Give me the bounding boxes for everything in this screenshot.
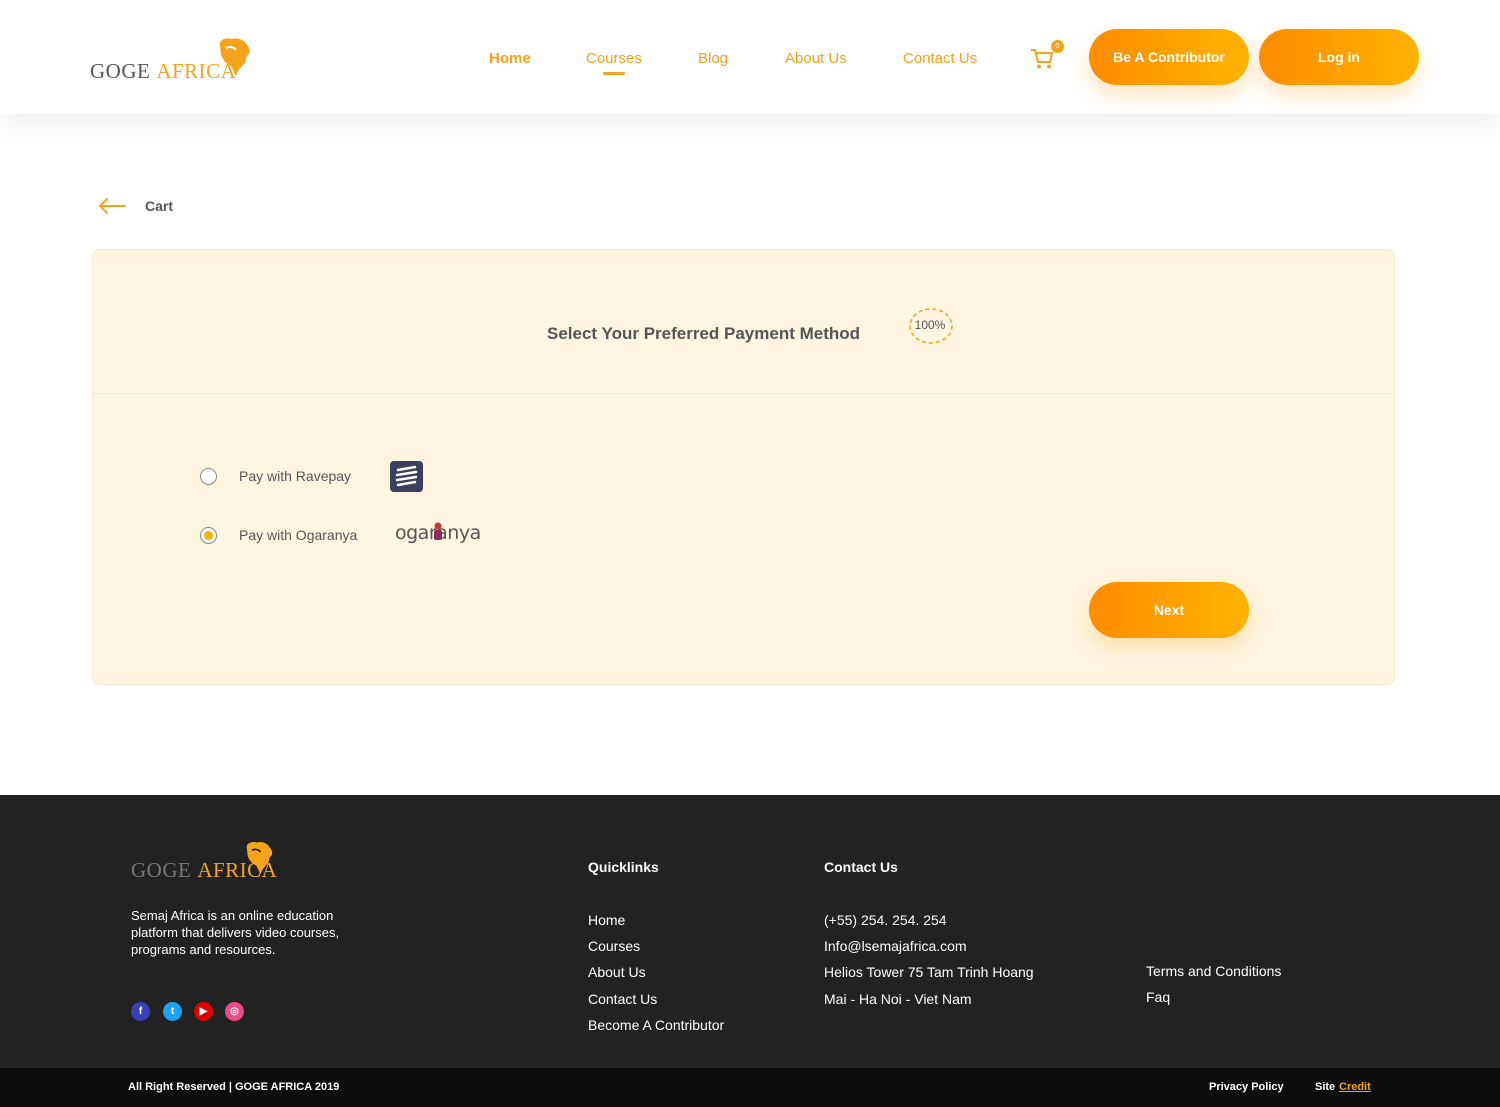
footer-link-faq[interactable]: Faq — [1146, 989, 1170, 1005]
card-divider — [93, 393, 1394, 394]
footer-africa-map-head-icon — [246, 842, 273, 875]
next-button[interactable]: Next — [1089, 582, 1249, 638]
facebook-icon[interactable]: f — [131, 1002, 150, 1021]
brand-name-part1: GOGE — [90, 59, 151, 83]
log-in-button[interactable]: Log in — [1259, 29, 1419, 85]
contact-email[interactable]: Info@lsemajafrica.com — [824, 938, 967, 954]
nav-home[interactable]: Home — [489, 50, 531, 67]
site-label: Site — [1315, 1081, 1336, 1093]
ogaranya-figure-icon — [434, 522, 442, 540]
be-a-contributor-button[interactable]: Be A Contributor — [1089, 29, 1249, 85]
footer-link-contact-us[interactable]: Contact Us — [588, 991, 657, 1007]
back-to-cart-link[interactable]: Cart — [145, 198, 173, 214]
quicklinks-title: Quicklinks — [588, 859, 659, 875]
copyright-text: All Right Reserved | GOGE AFRICA 2019 — [128, 1081, 340, 1093]
dribbble-icon[interactable]: ◎ — [225, 1002, 244, 1021]
option-label-ravepay: Pay with Ravepay — [239, 468, 352, 484]
nav-about-us[interactable]: About Us — [785, 50, 847, 67]
radio-ogaranya[interactable] — [200, 527, 217, 544]
cart-count-badge: 0 — [1051, 40, 1064, 53]
nav-blog[interactable]: Blog — [698, 50, 728, 67]
youtube-icon[interactable]: ▶ — [194, 1002, 213, 1021]
site-header: GOGE AFRICA Home Courses Blog About Us Co… — [0, 0, 1500, 114]
footer-link-become-contributor[interactable]: Become A Contributor — [588, 1017, 724, 1033]
contact-address-line2: Mai - Ha Noi - Viet Nam — [824, 991, 972, 1007]
footer-brand-name-part1: GOGE — [131, 858, 192, 882]
nav-courses[interactable]: Courses — [586, 50, 642, 67]
footer-description: Semaj Africa is an online education plat… — [131, 908, 340, 957]
footer-link-about-us[interactable]: About Us — [588, 964, 646, 980]
payment-title: Select Your Preferred Payment Method — [547, 324, 861, 343]
privacy-policy-link[interactable]: Privacy Policy — [1209, 1081, 1284, 1093]
cart-icon[interactable] — [1030, 48, 1054, 70]
contact-title: Contact Us — [824, 859, 898, 875]
page: GOGE AFRICA Home Courses Blog About Us Co… — [0, 0, 1500, 1107]
option-label-ogaranya: Pay with Ogaranya — [239, 527, 358, 543]
footer-link-terms[interactable]: Terms and Conditions — [1146, 963, 1281, 979]
contact-phone: (+55) 254. 254. 254 — [824, 912, 947, 928]
contact-address-line1: Helios Tower 75 Tam Trinh Hoang — [824, 964, 1034, 980]
footer-link-courses[interactable]: Courses — [588, 938, 640, 954]
arrow-left-icon[interactable] — [97, 196, 127, 216]
credit-link[interactable]: Credit — [1339, 1081, 1371, 1093]
progress-label: 100% — [914, 318, 946, 332]
nav-contact-us[interactable]: Contact Us — [903, 50, 977, 67]
nav-active-underline — [603, 72, 625, 75]
ravepay-logo — [390, 461, 423, 492]
africa-map-head-icon — [219, 38, 250, 76]
radio-ravepay[interactable] — [200, 468, 217, 485]
twitter-icon[interactable]: t — [163, 1002, 182, 1021]
footer-link-home[interactable]: Home — [588, 912, 625, 928]
